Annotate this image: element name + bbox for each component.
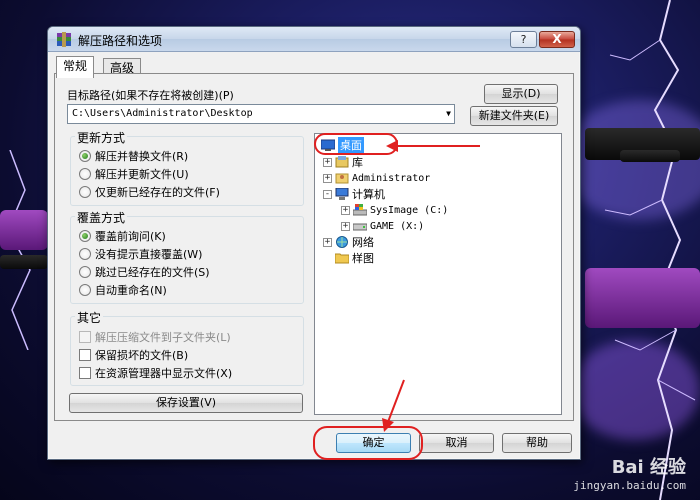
- save-settings-button[interactable]: 保存设置(V): [69, 393, 303, 413]
- checkbox[interactable]: [79, 349, 91, 361]
- computer-icon: [335, 188, 349, 200]
- rifle-graphic: [620, 150, 680, 162]
- radio-button[interactable]: [79, 186, 91, 198]
- option-label: 没有提示直接覆盖(W): [95, 248, 203, 261]
- tab-general[interactable]: 常规: [56, 56, 95, 78]
- radio-button[interactable]: [79, 230, 91, 242]
- target-path-label: 目标路径(如果不存在将被创建)(P): [67, 89, 234, 102]
- radio-button[interactable]: [79, 150, 91, 162]
- annotation-arrow-ok: [382, 379, 405, 432]
- watermark-brand: Bai 经验: [611, 457, 686, 478]
- show-button[interactable]: 显示(D): [484, 84, 558, 104]
- tree-item-library[interactable]: + 库: [323, 154, 363, 170]
- chevron-down-icon[interactable]: ▼: [446, 105, 451, 123]
- radio-update-files[interactable]: 解压并更新文件(U): [79, 166, 189, 182]
- tree-label[interactable]: GAME (X:): [370, 221, 424, 232]
- tree-item-computer[interactable]: - 计算机: [323, 186, 385, 202]
- tree-item-administrator[interactable]: + Administrator: [323, 170, 430, 186]
- expand-icon[interactable]: +: [323, 237, 332, 247]
- tree-item-sysimage-drive[interactable]: + SysImage (C:): [341, 202, 448, 218]
- update-mode-group: 更新方式 解压并替换文件(R) 解压并更新文件(U) 仅更新已经存在的文件(F): [70, 129, 304, 206]
- option-label: 跳过已经存在的文件(S): [95, 266, 210, 279]
- expand-icon[interactable]: +: [323, 173, 332, 183]
- annotation-arrow-desktop: [386, 140, 480, 152]
- checkbox[interactable]: [79, 367, 91, 379]
- folder-icon: [335, 253, 349, 264]
- radio-ask-before-overwrite[interactable]: 覆盖前询问(K): [79, 228, 166, 244]
- lightning-bolt-graphic: [7, 150, 31, 350]
- tree-item-sample-folder[interactable]: 样图: [335, 250, 374, 266]
- watermark-url: jingyan.baidu.com: [573, 479, 686, 492]
- radio-button[interactable]: [79, 248, 91, 260]
- option-label: 覆盖前询问(K): [95, 230, 166, 243]
- tree-label[interactable]: Administrator: [352, 173, 430, 184]
- rifle-stock-graphic: [585, 268, 700, 328]
- radio-skip-existing[interactable]: 跳过已经存在的文件(S): [79, 264, 210, 280]
- tree-label[interactable]: 计算机: [352, 186, 385, 202]
- radio-button[interactable]: [79, 266, 91, 278]
- misc-group: 其它 解压压缩文件到子文件夹(L) 保留损坏的文件(B) 在资源管理器中显示文件…: [70, 309, 304, 386]
- network-icon: [336, 236, 348, 248]
- tree-label[interactable]: 库: [352, 154, 363, 170]
- winrar-app-icon: [57, 32, 71, 47]
- option-label: 保留损坏的文件(B): [95, 349, 189, 362]
- rifle-graphic: [0, 255, 48, 269]
- expand-icon[interactable]: +: [341, 205, 350, 215]
- tree-item-game-drive[interactable]: + GAME (X:): [341, 218, 424, 234]
- option-label: 在资源管理器中显示文件(X): [95, 367, 233, 380]
- option-label: 解压并替换文件(R): [95, 150, 189, 163]
- update-mode-title: 更新方式: [75, 129, 128, 146]
- radio-button[interactable]: [79, 168, 91, 180]
- cancel-button[interactable]: 取消: [419, 433, 494, 453]
- option-label: 自动重命名(N): [95, 284, 167, 297]
- lightning-bolt-graphic: [604, 0, 696, 500]
- folder-tree[interactable]: 桌面 + 库 + Administrator - 计算机 + SysImage …: [314, 133, 562, 415]
- radio-auto-rename[interactable]: 自动重命名(N): [79, 282, 167, 298]
- radio-button[interactable]: [79, 284, 91, 296]
- option-label: 仅更新已经存在的文件(F): [95, 186, 220, 199]
- help-button[interactable]: 帮助: [502, 433, 572, 453]
- tree-label[interactable]: 样图: [352, 250, 374, 266]
- misc-title: 其它: [75, 309, 104, 326]
- collapse-icon[interactable]: -: [323, 189, 332, 199]
- tree-label[interactable]: 网络: [352, 234, 374, 250]
- watermark: Bai 经验 jingyan.baidu.com: [573, 453, 686, 492]
- help-title-button[interactable]: ?: [510, 31, 537, 48]
- checkbox-show-in-explorer[interactable]: 在资源管理器中显示文件(X): [79, 365, 232, 381]
- tree-item-network[interactable]: + 网络: [323, 234, 374, 250]
- system-drive-icon: [353, 204, 367, 216]
- expand-icon[interactable]: +: [341, 221, 350, 231]
- close-button[interactable]: X: [539, 31, 575, 48]
- option-label: 解压压缩文件到子文件夹(L): [95, 331, 231, 344]
- radio-update-existing-only[interactable]: 仅更新已经存在的文件(F): [79, 184, 220, 200]
- expand-icon[interactable]: +: [323, 157, 332, 167]
- title-bar[interactable]: 解压路径和选项 ? X: [48, 27, 580, 52]
- drive-icon: [353, 223, 367, 231]
- overwrite-mode-title: 覆盖方式: [75, 209, 128, 226]
- checkbox-extract-to-subfolder: 解压压缩文件到子文件夹(L): [79, 329, 231, 345]
- rifle-stock-graphic: [0, 210, 48, 250]
- target-path-combobox[interactable]: C:\Users\Administrator\Desktop ▼: [67, 104, 455, 124]
- overwrite-mode-group: 覆盖方式 覆盖前询问(K) 没有提示直接覆盖(W) 跳过已经存在的文件(S) 自…: [70, 209, 304, 304]
- window-title: 解压路径和选项: [78, 34, 163, 48]
- checkbox: [79, 331, 91, 343]
- user-folder-icon: [335, 173, 349, 184]
- target-path-value: C:\Users\Administrator\Desktop: [72, 108, 253, 119]
- radio-overwrite-without-prompt[interactable]: 没有提示直接覆盖(W): [79, 246, 202, 262]
- radio-replace-files[interactable]: 解压并替换文件(R): [79, 148, 188, 164]
- tree-label[interactable]: SysImage (C:): [370, 205, 448, 216]
- option-label: 解压并更新文件(U): [95, 168, 189, 181]
- new-folder-button[interactable]: 新建文件夹(E): [470, 106, 558, 126]
- checkbox-keep-broken-files[interactable]: 保留损坏的文件(B): [79, 347, 188, 363]
- library-icon: [335, 156, 349, 168]
